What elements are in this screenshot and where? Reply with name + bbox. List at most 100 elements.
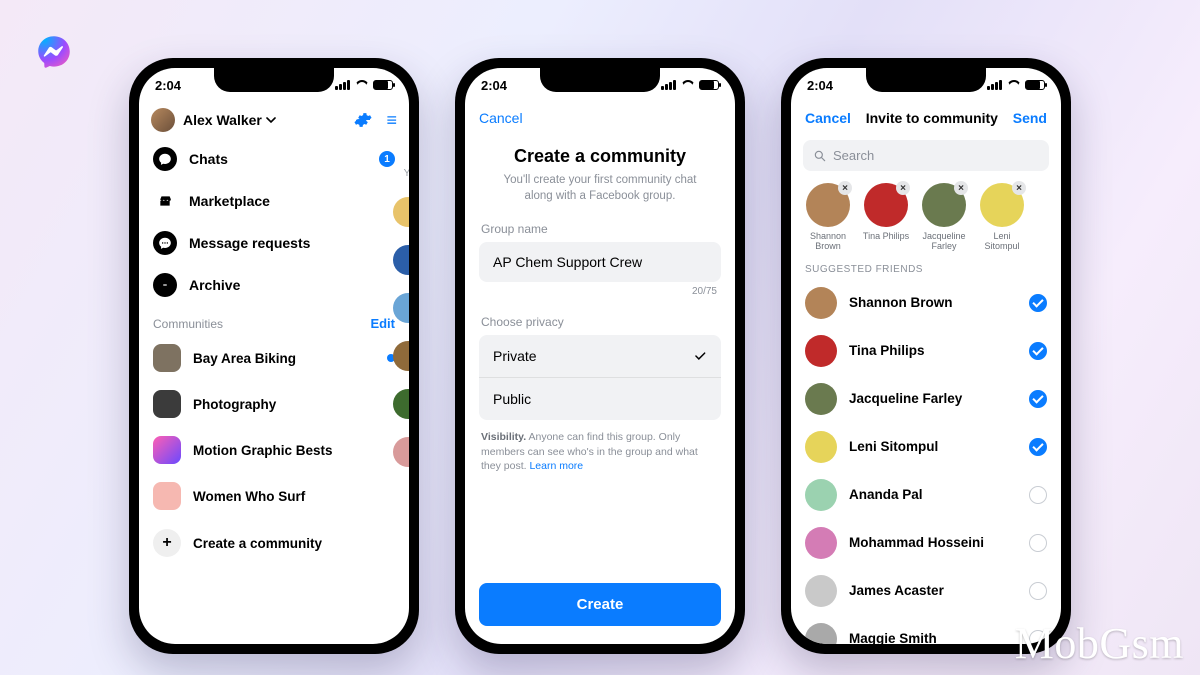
friend-name: Ananda Pal	[849, 487, 1017, 502]
dots-icon	[153, 231, 177, 255]
privacy-option-private[interactable]: Private	[479, 335, 721, 377]
signal-icon	[335, 78, 351, 93]
avatar	[805, 623, 837, 644]
create-community-label: Create a community	[193, 536, 322, 551]
screen-subtitle: You'll create your first community chat …	[465, 173, 735, 204]
phone-invite: 2:04 Cancel Invite to community Send Sea…	[781, 58, 1071, 654]
create-community-row[interactable]: + Create a community	[139, 519, 409, 567]
battery-icon	[373, 80, 393, 90]
wifi-icon	[1007, 80, 1021, 90]
friend-row[interactable]: Ananda Pal	[791, 471, 1061, 519]
notch	[540, 68, 660, 92]
signal-icon	[661, 78, 677, 93]
select-checkbox[interactable]	[1029, 390, 1047, 408]
chat-icon	[153, 147, 177, 171]
community-thumb	[153, 436, 181, 464]
screen-title: Invite to community	[866, 110, 998, 126]
chip-name: Tina Philips	[861, 231, 911, 241]
notch	[866, 68, 986, 92]
signal-icon	[987, 78, 1003, 93]
nav-item-archive[interactable]: Archive	[149, 264, 399, 306]
communities-section-label: Communities	[153, 317, 223, 331]
notch	[214, 68, 334, 92]
avatar: ×	[922, 183, 966, 227]
search-icon	[813, 149, 827, 163]
friend-row[interactable]: Tina Philips	[791, 327, 1061, 375]
select-checkbox[interactable]	[1029, 342, 1047, 360]
selected-chip: ×Jacqueline Farley	[919, 183, 969, 252]
nav-item-chats[interactable]: Chats1	[149, 138, 399, 180]
remove-chip-button[interactable]: ×	[954, 181, 968, 195]
friend-row[interactable]: Maggie Smith	[791, 615, 1061, 644]
community-label: Motion Graphic Bests	[193, 443, 395, 458]
remove-chip-button[interactable]: ×	[838, 181, 852, 195]
avatar	[805, 479, 837, 511]
avatar	[805, 527, 837, 559]
remove-chip-button[interactable]: ×	[896, 181, 910, 195]
community-item[interactable]: Women Who Surf	[139, 473, 409, 519]
select-checkbox[interactable]	[1029, 630, 1047, 644]
archive-icon	[153, 273, 177, 297]
user-name: Alex Walker	[183, 112, 262, 128]
select-checkbox[interactable]	[1029, 438, 1047, 456]
community-thumb	[153, 344, 181, 372]
friend-name: Tina Philips	[849, 343, 1017, 358]
privacy-label: Choose privacy	[481, 315, 719, 329]
chip-name: Shannon Brown	[803, 231, 853, 252]
store-icon	[153, 189, 177, 213]
selected-chip: × Shannon Brown	[803, 183, 853, 252]
avatar: ×	[864, 183, 908, 227]
friend-row[interactable]: Shannon Brown	[791, 279, 1061, 327]
send-button[interactable]: Send	[1013, 110, 1047, 126]
select-checkbox[interactable]	[1029, 534, 1047, 552]
plus-icon: +	[153, 529, 181, 557]
group-name-label: Group name	[481, 222, 719, 236]
community-item[interactable]: Motion Graphic Bests	[139, 427, 409, 473]
avatar	[805, 383, 837, 415]
nav-item-message-requests[interactable]: Message requests	[149, 222, 399, 264]
community-item[interactable]: Bay Area Biking	[139, 335, 409, 381]
phone-create-community: 2:04 Cancel Create a community You'll cr…	[455, 58, 745, 654]
cancel-button[interactable]: Cancel	[805, 110, 851, 126]
phone-sidebar: 2:04 Alex Walker ≡ Chats1Marketplac	[129, 58, 419, 654]
select-checkbox[interactable]	[1029, 582, 1047, 600]
visibility-note: Visibility. Anyone can find this group. …	[481, 430, 719, 474]
selected-chip: × Tina Philips	[861, 183, 911, 252]
friend-row[interactable]: James Acaster	[791, 567, 1061, 615]
friend-row[interactable]: Leni Sitompul	[791, 423, 1061, 471]
community-item[interactable]: Photography	[139, 381, 409, 427]
wifi-icon	[355, 80, 369, 90]
selected-chips: × Shannon Brown × Tina Philips ×Jacqueline F…	[791, 177, 1061, 254]
nav-label: Message requests	[189, 235, 395, 251]
community-label: Photography	[193, 397, 395, 412]
remove-chip-button[interactable]: ×	[1012, 181, 1026, 195]
friend-name: Maggie Smith	[849, 631, 1017, 644]
avatar: ×	[980, 183, 1024, 227]
create-button[interactable]: Create	[479, 583, 721, 626]
privacy-option-public[interactable]: Public	[479, 377, 721, 420]
screen-title: Create a community	[481, 146, 719, 167]
nav-item-marketplace[interactable]: Marketplace	[149, 180, 399, 222]
select-checkbox[interactable]	[1029, 486, 1047, 504]
status-time: 2:04	[155, 78, 181, 93]
account-header[interactable]: Alex Walker ≡	[139, 102, 409, 138]
friend-row[interactable]: Jacqueline Farley	[791, 375, 1061, 423]
friend-row[interactable]: Mohammad Hosseini	[791, 519, 1061, 567]
char-counter: 20/75	[483, 286, 717, 297]
learn-more-link[interactable]: Learn more	[529, 460, 583, 472]
avatar	[805, 335, 837, 367]
community-label: Women Who Surf	[193, 489, 395, 504]
battery-icon	[1025, 80, 1045, 90]
friend-name: Shannon Brown	[849, 295, 1017, 310]
battery-icon	[699, 80, 719, 90]
settings-button[interactable]	[354, 111, 372, 129]
cancel-button[interactable]: Cancel	[479, 110, 523, 126]
group-name-input[interactable]: AP Chem Support Crew	[479, 242, 721, 282]
search-input[interactable]: Search	[803, 140, 1049, 171]
avatar: ×	[806, 183, 850, 227]
community-thumb	[153, 390, 181, 418]
status-time: 2:04	[481, 78, 507, 93]
phones-row: 2:04 Alex Walker ≡ Chats1Marketplac	[0, 58, 1200, 675]
peek-background: Yo	[389, 128, 409, 634]
select-checkbox[interactable]	[1029, 294, 1047, 312]
